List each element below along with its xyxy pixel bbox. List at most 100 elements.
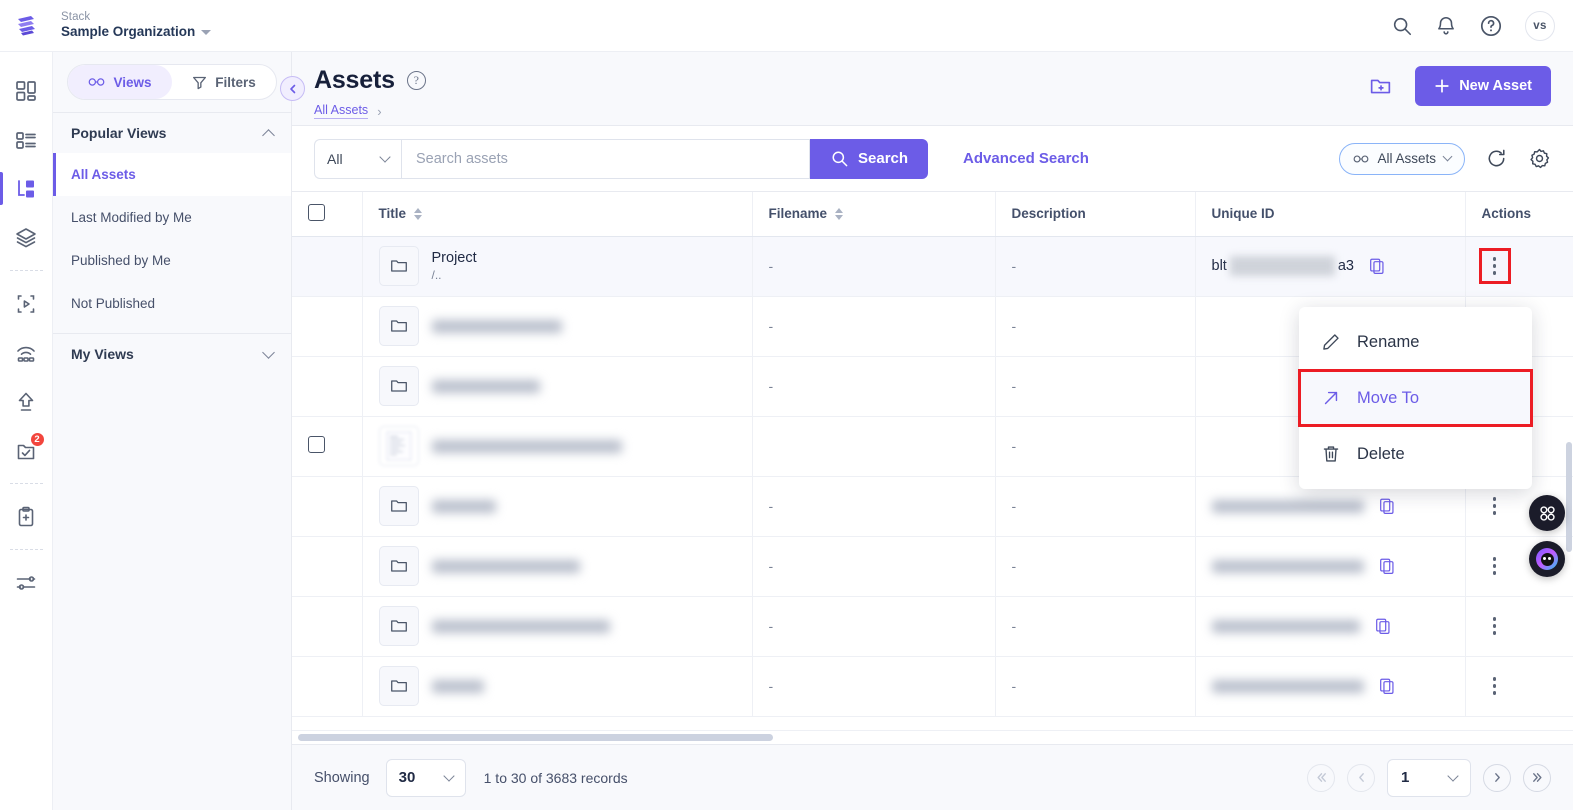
redacted-title bbox=[431, 379, 540, 393]
double-chevron-left-icon bbox=[1316, 773, 1326, 782]
notification-bell-icon[interactable] bbox=[1435, 15, 1457, 37]
row-unique-id-cell bbox=[1195, 596, 1466, 657]
row-subtitle: /.. bbox=[431, 268, 442, 282]
row-actions-cell bbox=[1465, 236, 1573, 297]
row-actions-menu-button[interactable] bbox=[1482, 671, 1508, 701]
table-horizontal-scrollbar[interactable] bbox=[292, 730, 1573, 744]
new-asset-button[interactable]: New Asset bbox=[1415, 66, 1551, 106]
prev-page-button[interactable] bbox=[1347, 763, 1375, 792]
search-button-label: Search bbox=[858, 150, 909, 167]
sidebar-item-live-preview[interactable] bbox=[0, 279, 53, 328]
breadcrumb-item-all-assets[interactable]: All Assets bbox=[314, 103, 369, 119]
copy-icon[interactable] bbox=[1378, 677, 1396, 695]
page-number-select[interactable]: 1 bbox=[1387, 758, 1471, 797]
context-menu-item-delete[interactable]: Delete bbox=[1299, 426, 1532, 482]
search-button[interactable]: Search bbox=[810, 138, 929, 179]
refresh-icon[interactable] bbox=[1485, 147, 1508, 170]
sidebar-item-not-published[interactable]: Not Published bbox=[53, 282, 291, 325]
row-filename: - bbox=[768, 678, 774, 694]
sidebar-item-settings[interactable] bbox=[0, 558, 53, 607]
page-size-select[interactable]: 30 bbox=[385, 758, 466, 797]
row-description: - bbox=[1011, 618, 1017, 634]
chevron-down-icon bbox=[442, 769, 455, 782]
row-checkbox[interactable] bbox=[308, 436, 325, 453]
advanced-search-link[interactable]: Advanced Search bbox=[963, 150, 1089, 167]
row-actions-cell bbox=[1465, 656, 1573, 717]
context-menu-item-move-to[interactable]: Move To bbox=[1298, 369, 1533, 427]
tab-filters[interactable]: Filters bbox=[172, 65, 276, 99]
table-footer: Showing 30 1 to 30 of 3683 records 1 bbox=[292, 744, 1573, 810]
last-page-button[interactable] bbox=[1523, 763, 1551, 792]
new-folder-icon[interactable] bbox=[1368, 74, 1393, 99]
sidebar-item-content-types[interactable] bbox=[0, 115, 53, 164]
first-page-button[interactable] bbox=[1307, 763, 1335, 792]
redacted-title bbox=[431, 319, 562, 333]
sidebar-item-dashboard[interactable] bbox=[0, 66, 53, 115]
organization-name[interactable]: Sample Organization bbox=[61, 24, 212, 40]
brand-logo-icon[interactable] bbox=[0, 13, 53, 39]
column-header-description[interactable]: Description bbox=[995, 192, 1196, 237]
popular-views-header[interactable]: Popular Views bbox=[53, 113, 291, 153]
active-view-selector[interactable]: All Assets bbox=[1339, 142, 1465, 175]
sidebar-item-published-by-me[interactable]: Published by Me bbox=[53, 239, 291, 282]
sidebar-item-last-modified-by-me[interactable]: Last Modified by Me bbox=[53, 196, 291, 239]
column-header-title[interactable]: Title bbox=[362, 192, 753, 237]
page-header: Assets ? All Assets › New Asset bbox=[280, 52, 1573, 126]
search-toolbar: All Search Advanced Search bbox=[292, 126, 1573, 192]
sidebar-item-assets[interactable] bbox=[0, 213, 53, 262]
sidebar-item-releases[interactable] bbox=[0, 328, 53, 377]
sidebar-item-entries[interactable] bbox=[0, 164, 53, 213]
search-input-wrapper[interactable] bbox=[401, 138, 810, 179]
avatar[interactable]: vs bbox=[1525, 10, 1555, 41]
context-menu-item-rename[interactable]: Rename bbox=[1299, 314, 1532, 370]
breadcrumb-separator-icon: › bbox=[377, 103, 382, 119]
row-actions-menu-button[interactable] bbox=[1482, 491, 1508, 521]
column-header-filename[interactable]: Filename bbox=[752, 192, 996, 237]
sidebar-item-tasks[interactable]: 2 bbox=[0, 426, 53, 475]
row-actions-menu-button[interactable] bbox=[1478, 248, 1511, 284]
row-context-menu: Rename Move To Delete bbox=[1298, 307, 1533, 489]
sidebar-item-audit-log[interactable] bbox=[0, 492, 53, 541]
collapse-panel-button[interactable] bbox=[280, 76, 305, 101]
copy-icon[interactable] bbox=[1368, 257, 1386, 275]
search-scope-select[interactable]: All bbox=[314, 138, 401, 179]
help-circle-icon[interactable]: ? bbox=[406, 71, 426, 90]
select-all-checkbox[interactable] bbox=[308, 203, 325, 221]
row-description-cell: - bbox=[995, 476, 1196, 537]
column-header-unique-id[interactable]: Unique ID bbox=[1195, 192, 1466, 237]
row-actions-menu-button[interactable] bbox=[1482, 611, 1508, 641]
table-vertical-scrollbar[interactable] bbox=[1566, 442, 1572, 552]
tab-views[interactable]: Views bbox=[68, 65, 172, 99]
search-input[interactable] bbox=[416, 150, 795, 167]
copy-icon[interactable] bbox=[1374, 617, 1392, 635]
search-icon[interactable] bbox=[1391, 15, 1413, 37]
view-item-label: Last Modified by Me bbox=[71, 210, 192, 225]
assistant-avatar-fab[interactable] bbox=[1529, 541, 1565, 577]
sort-title-icon[interactable] bbox=[414, 207, 423, 220]
row-actions-menu-button[interactable] bbox=[1482, 551, 1508, 581]
row-select-cell bbox=[292, 416, 363, 477]
sort-filename-icon[interactable] bbox=[835, 207, 844, 220]
next-page-button[interactable] bbox=[1483, 763, 1511, 792]
gear-icon[interactable] bbox=[1528, 147, 1551, 170]
folder-icon bbox=[378, 666, 419, 706]
help-circle-icon[interactable] bbox=[1479, 14, 1503, 38]
copy-icon[interactable] bbox=[1378, 497, 1396, 515]
table-row[interactable]: - - bbox=[292, 596, 1573, 657]
table-row[interactable]: - - bbox=[292, 536, 1573, 597]
sidebar-item-publish-queue[interactable] bbox=[0, 377, 53, 426]
row-description-cell: - bbox=[995, 236, 1196, 297]
copy-icon[interactable] bbox=[1378, 557, 1396, 575]
my-views-header[interactable]: My Views bbox=[53, 334, 291, 374]
organization-switcher[interactable]: Stack Sample Organization bbox=[53, 11, 212, 40]
table-row[interactable]: - - bbox=[292, 656, 1573, 717]
redacted-unique-id bbox=[1211, 499, 1364, 513]
chevron-left-icon bbox=[289, 84, 295, 93]
new-asset-label: New Asset bbox=[1459, 78, 1532, 94]
row-filename: - bbox=[768, 618, 774, 634]
horizontal-scrollbar-thumb[interactable] bbox=[298, 734, 773, 741]
records-range-label: 1 to 30 of 3683 records bbox=[483, 769, 628, 786]
sidebar-item-all-assets[interactable]: All Assets bbox=[53, 153, 291, 196]
apps-grid-fab[interactable] bbox=[1529, 495, 1565, 531]
table-row[interactable]: Project /.. - - blt a3 bbox=[292, 236, 1573, 297]
